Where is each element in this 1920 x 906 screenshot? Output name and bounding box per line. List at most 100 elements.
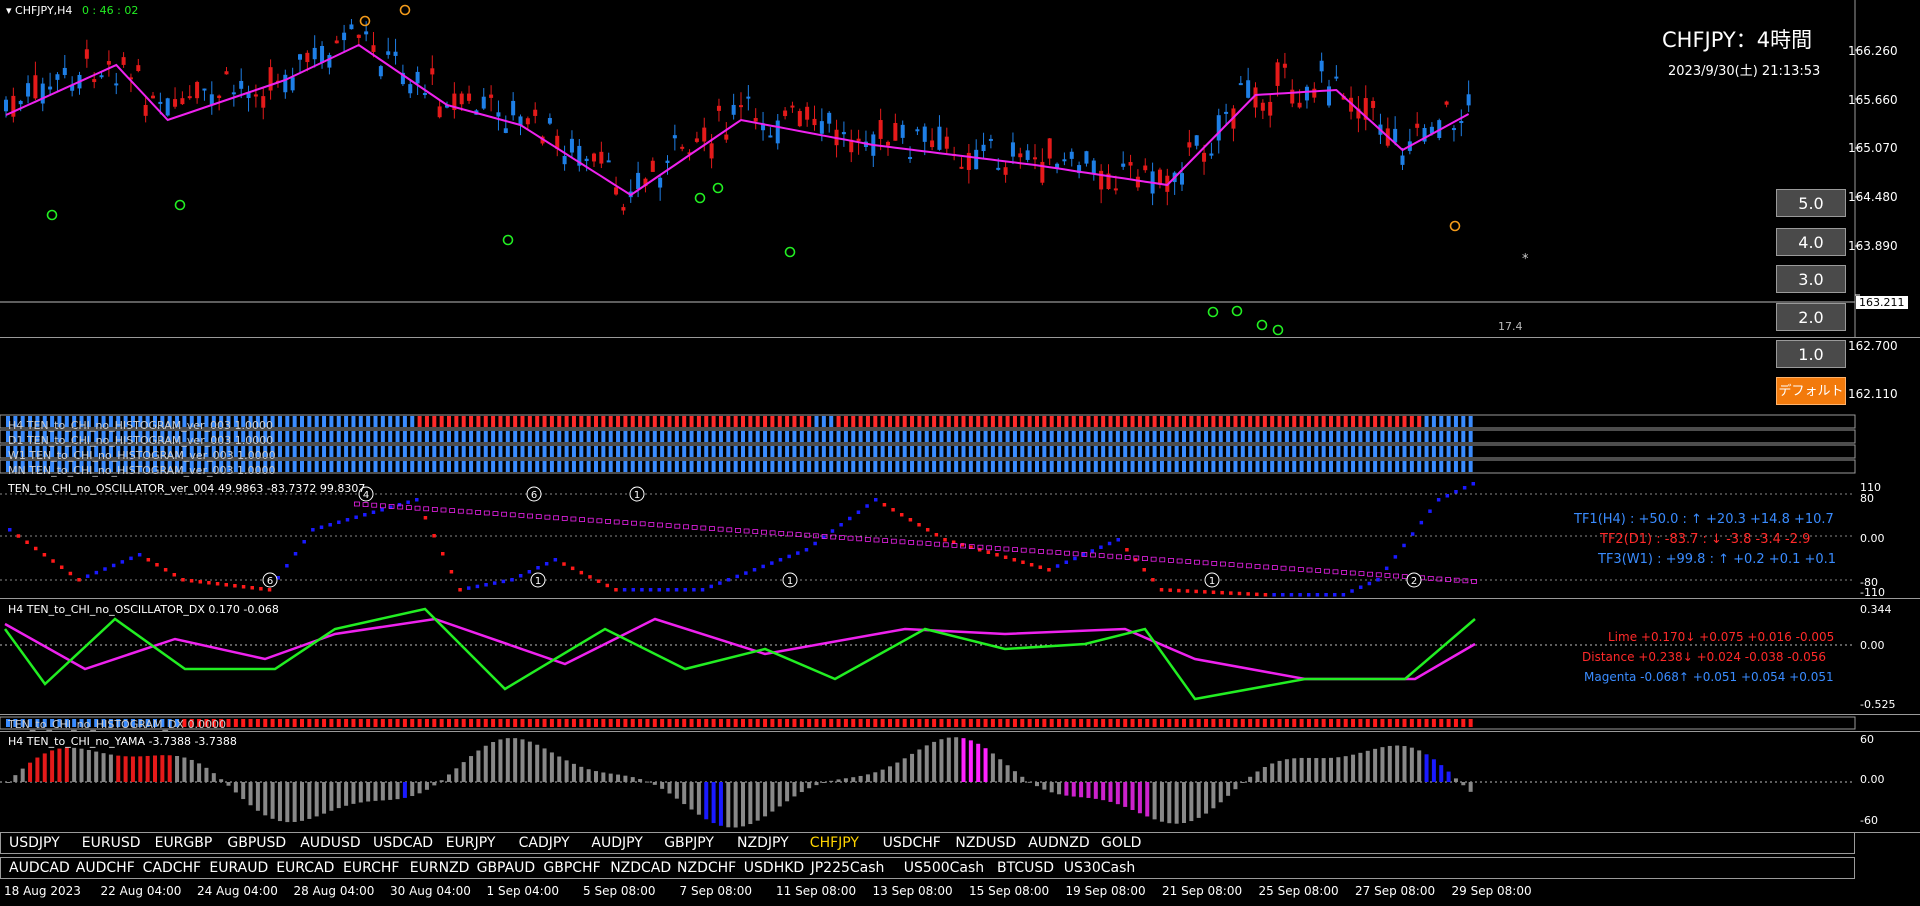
histogram-bar [1130,416,1135,427]
symbol-link-usdchf[interactable]: USDCHF [883,835,941,851]
time-axis-label: 19 Sep 08:00 [1065,884,1146,898]
histogram-dx-bar [432,719,437,727]
zoom-4-button[interactable]: 4.0 [1776,228,1846,256]
yama-panel[interactable] [0,731,1920,833]
histogram-bar [667,461,672,472]
yama-bar [461,762,466,782]
candle-body [415,71,420,84]
time-axis-label: 30 Aug 04:00 [390,884,471,898]
symbol-link-us30cash[interactable]: US30Cash [1064,860,1135,876]
zoom-5-button[interactable]: 5.0 [1776,189,1846,217]
symbol-link-nzdusd[interactable]: NZDUSD [955,835,1016,851]
candle-body [408,84,413,94]
symbol-link-eurusd[interactable]: EURUSD [82,835,141,851]
symbol-link-cadjpy[interactable]: CADJPY [519,835,570,851]
symbol-link-audcad[interactable]: AUDCAD [9,860,70,876]
candle-body [268,67,273,91]
histogram-dx-bar [623,719,628,727]
histogram-bar [292,461,297,472]
default-button[interactable]: デフォルト [1776,377,1846,405]
histogram-dx-bar [1108,719,1113,727]
wave-count-number: 6 [267,576,273,587]
symbol-link-gbpchf[interactable]: GBPCHF [543,860,600,876]
symbol-link-eurgbp[interactable]: EURGBP [155,835,213,851]
symbol-link-audjpy[interactable]: AUDJPY [591,835,642,851]
oscillator-dot [363,513,367,517]
symbol-link-cadchf[interactable]: CADCHF [143,860,202,876]
yama-bar [1226,782,1231,796]
symbol-link-audchf[interactable]: AUDCHF [76,860,135,876]
symbol-link-usdjpy[interactable]: USDJPY [9,835,60,851]
symbol-link-euraud[interactable]: EURAUD [209,860,268,876]
symbol-tab[interactable]: ▾ CHFJPY,H4 0 : 46 : 02 [6,4,138,17]
histogram-bar [1211,461,1216,472]
price-chart[interactable] [0,0,1920,337]
oscillator-dot [778,558,783,562]
histogram-bar [814,431,819,442]
histogram-bar [277,461,282,472]
histogram-bar [807,446,812,457]
candle-body [511,100,516,116]
symbol-link-nzdcad[interactable]: NZDCAD [610,860,671,876]
oscillator-dot [1289,593,1294,597]
histogram-bar [608,446,613,457]
histogram-bar [704,461,709,472]
candle-body [1180,173,1184,185]
histogram-bar [601,461,606,472]
symbol-link-nzdchf[interactable]: NZDCHF [677,860,736,876]
histogram-bar [1189,461,1194,472]
symbol-link-gbpjpy[interactable]: GBPJPY [664,835,714,851]
histogram-bar [1012,446,1017,457]
symbol-link-eurchf[interactable]: EURCHF [343,860,399,876]
zoom-3-button[interactable]: 3.0 [1776,265,1846,293]
symbol-link-audusd[interactable]: AUDUSD [300,835,361,851]
symbol-link-usdcad[interactable]: USDCAD [373,835,433,851]
histogram-bar [1299,431,1304,442]
symbol-link-jp225cash[interactable]: JP225Cash [811,860,885,876]
candle-body [1143,165,1148,171]
histogram-bar [432,446,437,457]
symbol-link-gbpaud[interactable]: GBPAUD [477,860,536,876]
main-chart-panel[interactable]: ▾ CHFJPY,H4 0 : 46 : 02 CHFJPY：4時間 2023/… [0,0,1920,338]
histogram-bar [1446,431,1451,442]
zoom-2-button[interactable]: 2.0 [1776,303,1846,331]
histogram-bar [851,416,856,427]
yama-bar [64,747,69,782]
histogram-dx-bar [718,719,723,727]
histogram-dx-bar [557,719,562,727]
symbol-link-usdhkd[interactable]: USDHKD [744,860,804,876]
histogram-bar [1101,431,1106,442]
oscillator-dx-label: H4 TEN_to_CHI_no_OSCILLATOR_DX 0.170 -0.… [8,603,279,616]
histogram-bar [1270,446,1275,457]
histogram-bar [1277,416,1282,427]
histogram-bar [954,416,959,427]
histogram-bar [946,416,951,427]
symbol-link-btcusd[interactable]: BTCUSD [997,860,1054,876]
histogram-bar [535,431,540,442]
oscillator-tf-dot [414,505,421,511]
symbol-link-chfjpy[interactable]: CHFJPY [810,835,859,851]
symbol-link-eurcad[interactable]: EURCAD [276,860,334,876]
histogram-bar [638,416,643,427]
yama-bar [1343,756,1348,782]
osc-axis-80: 80 [1860,492,1874,505]
candle-body [1451,128,1456,131]
oscillator-dot [1142,568,1146,572]
symbol-link-eurnzd[interactable]: EURNZD [410,860,470,876]
histogram-bar [1343,431,1348,442]
symbol-link-nzdjpy[interactable]: NZDJPY [737,835,789,851]
oscillator-dot [692,588,696,592]
symbol-link-gold[interactable]: GOLD [1101,835,1141,851]
wave-count-number: 1 [787,576,793,587]
zoom-1-button[interactable]: 1.0 [1776,340,1846,368]
histogram-bar [704,431,709,442]
candle-body [26,83,31,97]
symbol-link-eurjpy[interactable]: EURJPY [446,835,496,851]
symbol-link-us500cash[interactable]: US500Cash [904,860,984,876]
histogram-bar [1152,446,1157,457]
signal-dot-orange [399,4,411,16]
symbol-link-audnzd[interactable]: AUDNZD [1028,835,1089,851]
candle-body [886,141,890,146]
symbol-link-gbpusd[interactable]: GBPUSD [227,835,286,851]
histogram-bar [711,446,716,457]
